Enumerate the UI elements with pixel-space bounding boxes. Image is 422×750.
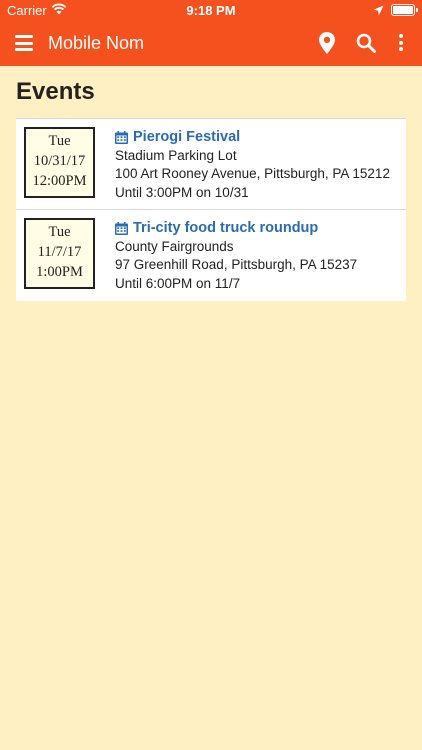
event-address: 97 Greenhill Road, Pittsburgh, PA 15237 — [115, 257, 358, 272]
events-list: Tue 10/31/17 12:00PM Pierogi Festival St… — [16, 118, 406, 301]
event-date: 10/31/17 — [33, 153, 86, 169]
event-time: 12:00PM — [32, 173, 87, 189]
location-arrow-icon — [373, 5, 384, 16]
search-icon[interactable] — [356, 33, 376, 53]
more-vertical-icon[interactable] — [397, 34, 405, 54]
event-title-line: Tri-city food truck roundup — [115, 219, 400, 238]
page-title: Events — [16, 78, 95, 105]
event-title-link[interactable]: Tri-city food truck roundup — [133, 219, 318, 238]
app-bar: Mobile Nom — [0, 22, 422, 66]
menu-icon[interactable] — [15, 35, 33, 51]
event-day: Tue — [48, 224, 71, 240]
event-row[interactable]: Tue 11/7/17 1:00PM Tri-city food truck r… — [16, 209, 406, 301]
event-title-line: Pierogi Festival — [115, 128, 400, 147]
event-until: Until 3:00PM on 10/31 — [115, 184, 249, 200]
event-time: 1:00PM — [36, 264, 83, 280]
calendar-icon — [115, 130, 128, 144]
event-day: Tue — [48, 133, 71, 149]
status-bar: Carrier 9:18 PM — [0, 0, 422, 22]
event-until: Until 6:00PM on 11/7 — [115, 275, 241, 291]
event-info: Pierogi Festival Stadium Parking Lot 100… — [115, 128, 400, 202]
battery-icon — [391, 4, 418, 16]
event-info: Tri-city food truck roundup County Fairg… — [115, 219, 400, 293]
event-venue: Stadium Parking Lot — [115, 147, 237, 163]
event-date-box: Tue 11/7/17 1:00PM — [24, 218, 95, 289]
map-marker-icon[interactable] — [319, 32, 335, 54]
event-title-link[interactable]: Pierogi Festival — [133, 128, 240, 147]
event-date-box: Tue 10/31/17 12:00PM — [24, 127, 95, 198]
calendar-icon — [115, 221, 128, 235]
event-address: 100 Art Rooney Avenue, Pittsburgh, PA 15… — [115, 166, 390, 181]
event-date: 11/7/17 — [37, 244, 82, 260]
status-time: 9:18 PM — [186, 3, 236, 18]
app-title: Mobile Nom — [48, 33, 145, 53]
event-row[interactable]: Tue 10/31/17 12:00PM Pierogi Festival St… — [16, 118, 406, 209]
event-venue: County Fairgrounds — [115, 238, 234, 254]
